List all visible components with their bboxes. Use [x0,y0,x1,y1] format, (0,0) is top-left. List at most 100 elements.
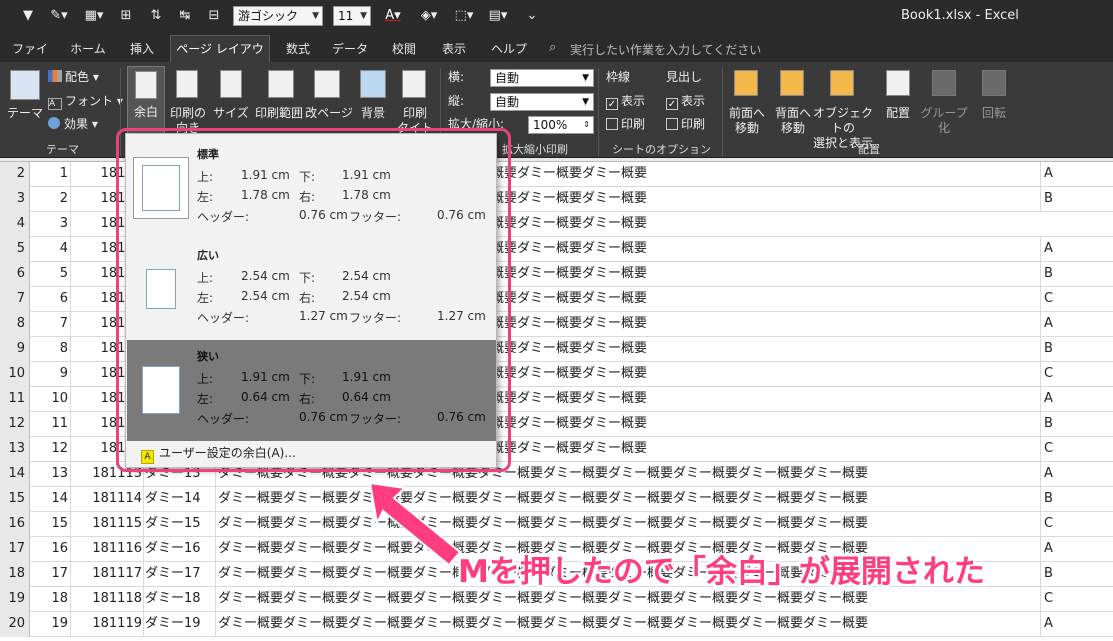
tab-formulas[interactable]: 数式 [278,38,318,62]
paste-icon[interactable]: ▤▾ [484,7,512,25]
send-backward-icon[interactable] [780,70,804,96]
fonts-button[interactable]: A フォント ▾ [48,94,123,110]
theme-icon[interactable] [10,70,40,100]
cell-d[interactable]: ダミー概要ダミー概要ダミー概要ダミー概要ダミー概要ダミー概要ダミー概要ダミー概要… [215,512,1040,536]
cell-d[interactable]: ダミー概要ダミー概要ダミー概要ダミー概要ダミー概要ダミー概要ダミー概要ダミー概要… [215,612,1040,636]
cell-e[interactable]: C [1040,362,1113,386]
font-color-icon[interactable]: A▾ [382,7,404,25]
scale-input[interactable]: 100% ⇕ [528,116,594,134]
cell-a[interactable]: 6 [30,287,70,311]
row-header[interactable]: 14 [0,462,30,487]
group-icon[interactable]: ↹ [174,7,196,25]
gridlines-print-checkbox[interactable]: 印刷 [606,117,645,132]
cell-a[interactable]: 18 [30,587,70,611]
cell-e[interactable]: B [1040,337,1113,361]
row-header[interactable]: 11 [0,387,30,412]
format-painter-icon[interactable]: ✎▾ [46,7,72,25]
cell-a[interactable]: 9 [30,362,70,386]
cell-e[interactable]: A [1040,162,1113,186]
cell-e[interactable]: A [1040,462,1113,486]
borders-icon[interactable]: ▦▾ [80,7,108,25]
breaks-button[interactable]: 改ページ [305,106,353,121]
border-style-icon[interactable]: ⬚▾ [451,7,477,25]
bring-forward-button[interactable]: 前面へ 移動 [724,106,770,136]
cell-c[interactable]: ダミー18 [143,587,215,611]
cell-c[interactable]: ダミー17 [143,562,215,586]
row-header[interactable]: 9 [0,337,30,362]
headings-print-checkbox[interactable]: 印刷 [666,117,705,132]
cell-e[interactable]: A [1040,537,1113,561]
tab-file[interactable]: ファイル [8,38,52,78]
cell-e[interactable]: C [1040,587,1113,611]
row-header[interactable]: 7 [0,287,30,312]
row-header[interactable]: 10 [0,362,30,387]
tab-page-layout[interactable]: ページ レイアウト [170,35,270,82]
cell-e[interactable]: A [1040,237,1113,261]
row-header[interactable]: 15 [0,487,30,512]
size-icon[interactable] [220,70,242,98]
cell-b[interactable]: 181114 [70,487,143,511]
row-header[interactable]: 6 [0,262,30,287]
tab-data[interactable]: データ [326,38,374,62]
cell-e[interactable]: B [1040,412,1113,436]
cell-a[interactable]: 15 [30,512,70,536]
cell-e[interactable]: B [1040,262,1113,286]
tab-help[interactable]: ヘルプ [484,38,534,62]
cell-a[interactable]: 7 [30,312,70,336]
row-header[interactable]: 17 [0,537,30,562]
theme-button[interactable]: テーマ [6,106,44,121]
row-header[interactable]: 19 [0,587,30,612]
cell-e[interactable]: B [1040,562,1113,586]
effects-button[interactable]: 効果 ▾ [48,117,98,132]
font-size-select[interactable]: 11 ▼ [333,6,371,26]
width-select[interactable]: 自動 ▼ [490,69,594,87]
font-name-select[interactable]: 游ゴシック ▼ [233,6,323,26]
headings-view-checkbox[interactable]: ✓ 表示 [666,94,705,110]
size-button[interactable]: サイズ [212,106,250,121]
bring-forward-icon[interactable] [734,70,758,96]
cell-a[interactable]: 14 [30,487,70,511]
cell-b[interactable]: 181115 [70,512,143,536]
cell-e[interactable]: B [1040,487,1113,511]
cell-a[interactable]: 13 [30,462,70,486]
cell-a[interactable]: 19 [30,612,70,636]
print-titles-icon[interactable] [402,70,426,98]
filter-icon[interactable]: ▼ [18,7,38,25]
tab-home[interactable]: ホーム [66,38,110,62]
customize-qat-icon[interactable]: ⌄ [525,7,539,25]
cell-e[interactable]: C [1040,437,1113,461]
cell-c[interactable]: ダミー15 [143,512,215,536]
cell-a[interactable]: 4 [30,237,70,261]
spinner-icon[interactable]: ⇕ [583,117,590,133]
cell-c[interactable]: ダミー14 [143,487,215,511]
background-icon[interactable] [360,70,386,98]
row-header[interactable]: 12 [0,412,30,437]
cell-a[interactable]: 5 [30,262,70,286]
cell-c[interactable]: ダミー16 [143,537,215,561]
cell-e[interactable]: C [1040,287,1113,311]
colors-button[interactable]: 配色 ▾ [48,70,99,85]
tab-review[interactable]: 校閲 [384,38,424,62]
pivot-icon[interactable]: ⊞ [116,7,136,25]
print-area-icon[interactable] [268,70,294,98]
cell-a[interactable]: 2 [30,187,70,211]
row-header[interactable]: 18 [0,562,30,587]
tab-view[interactable]: 表示 [434,38,474,62]
row-header[interactable]: 2 [0,162,30,187]
row-header[interactable]: 5 [0,237,30,262]
cell-c[interactable]: ダミー19 [143,612,215,636]
fill-color-icon[interactable]: ◈▾ [416,7,442,25]
row-header[interactable]: 8 [0,312,30,337]
cell-a[interactable]: 16 [30,537,70,561]
cell-e[interactable]: A [1040,612,1113,636]
row-header[interactable]: 16 [0,512,30,537]
cell-a[interactable]: 17 [30,562,70,586]
sort-icon[interactable]: ⇅ [146,7,166,25]
tab-insert[interactable]: 挿入 [122,38,162,62]
height-select[interactable]: 自動 ▼ [490,93,594,111]
cell-a[interactable]: 11 [30,412,70,436]
cell-a[interactable]: 10 [30,387,70,411]
merge-icon[interactable]: ⊟ [204,7,224,25]
align-button[interactable]: 配置 [878,106,918,121]
row-header[interactable]: 20 [0,612,30,637]
